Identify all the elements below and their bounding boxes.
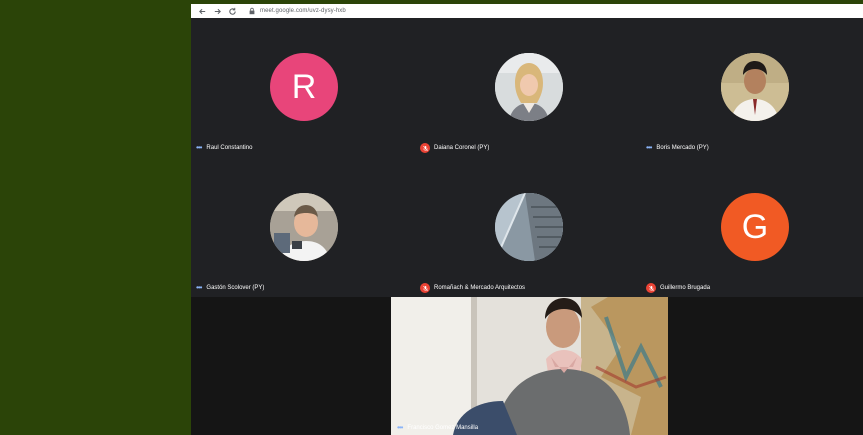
reload-icon[interactable]	[227, 6, 238, 17]
participant-photo	[721, 53, 789, 121]
presenter-name-tag: ••• Francisco Gomez Mansilla	[397, 424, 478, 432]
participant-name-tag: ••• Gastón Scolover (PY)	[196, 283, 264, 293]
url-text: meet.google.com/uvz-dysy-hxb	[260, 8, 346, 14]
back-arrow-icon[interactable]	[197, 6, 208, 17]
avatar-initial: R	[291, 67, 317, 106]
speaking-dots-icon: •••	[196, 143, 202, 152]
forward-arrow-icon[interactable]	[212, 6, 223, 17]
mic-off-icon	[420, 143, 430, 153]
presenter-strip: ••• Francisco Gomez Mansilla	[191, 297, 863, 435]
participant-avatar	[495, 193, 563, 261]
participant-name: Boris Mercado (PY)	[656, 145, 709, 151]
participant-name: Romañach & Mercado Arquitectos	[434, 285, 526, 291]
presenter-video[interactable]: ••• Francisco Gomez Mansilla	[391, 297, 668, 435]
participant-name: Guillermo Brugada	[660, 285, 711, 291]
participant-name-tag: ••• Raul Constantino	[196, 143, 252, 153]
mic-off-icon	[646, 283, 656, 293]
participant-name-tag: ••• Boris Mercado (PY)	[646, 143, 709, 153]
participant-photo	[495, 53, 563, 121]
speaking-dots-icon: •••	[397, 423, 403, 432]
presenter-video-frame	[391, 297, 668, 435]
participant-photo	[270, 193, 338, 261]
mic-off-icon	[420, 283, 430, 293]
participant-name: Daiana Coronel (PY)	[434, 145, 490, 151]
participant-avatar: R	[270, 53, 338, 121]
participant-name-tag: Daiana Coronel (PY)	[420, 143, 489, 153]
speaking-dots-icon: •••	[196, 283, 202, 292]
participant-avatar: G	[721, 193, 789, 261]
participant-name: Raul Constantino	[206, 145, 253, 151]
participant-name: Gastón Scolover (PY)	[206, 285, 265, 291]
participant-name-tag: Guillermo Brugada	[646, 283, 710, 293]
participant-name-tag: Romañach & Mercado Arquitectos	[420, 283, 525, 293]
browser-toolbar: meet.google.com/uvz-dysy-hxb	[191, 4, 863, 18]
participant-avatar	[721, 53, 789, 121]
lock-icon	[249, 7, 255, 15]
participant-avatar	[495, 53, 563, 121]
participant-avatar	[270, 193, 338, 261]
address-bar[interactable]: meet.google.com/uvz-dysy-hxb	[248, 7, 346, 15]
participant-photo	[495, 193, 563, 261]
avatar-initial: G	[741, 207, 769, 246]
presenter-name: Francisco Gomez Mansilla	[407, 425, 479, 431]
speaking-dots-icon: •••	[646, 143, 652, 152]
meet-participant-grid: R ••• Raul Constantino Daiana Coronel (P…	[191, 18, 863, 297]
